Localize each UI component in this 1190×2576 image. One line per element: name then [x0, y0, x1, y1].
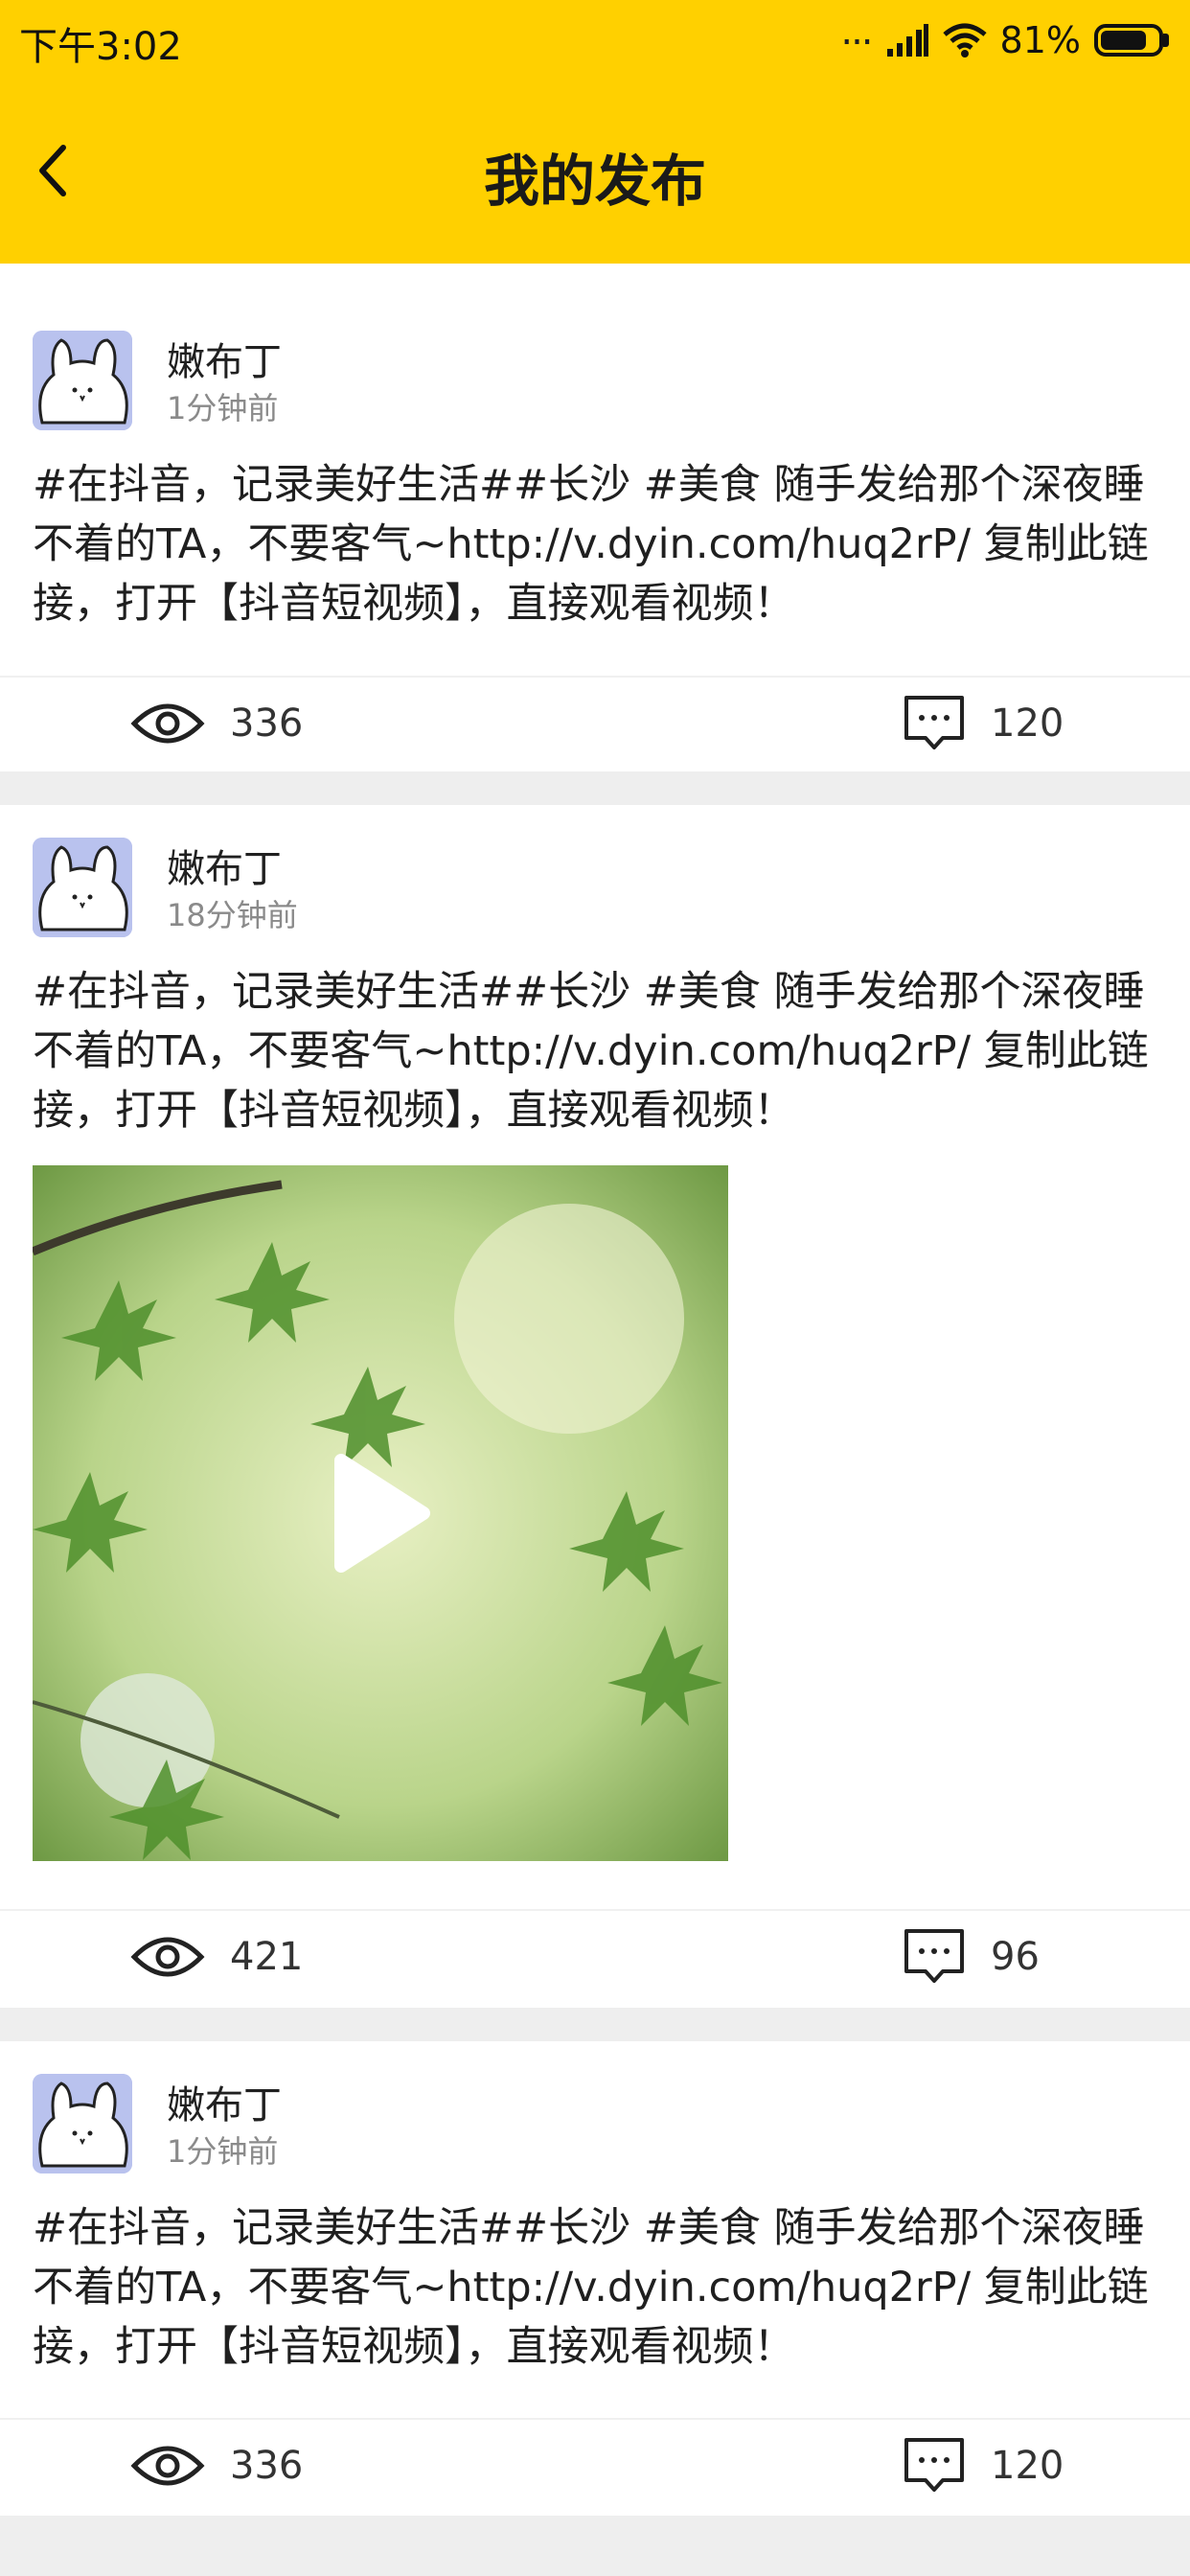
post-card[interactable]: 嫩布丁 18分钟前 #在抖音，记录美好生活##长沙 #美食 随手发给那个深夜睡不…: [0, 805, 1190, 2008]
battery-percent: 81%: [999, 19, 1081, 61]
status-bar: 下午3:02 ... 81%: [0, 0, 1190, 86]
battery-icon: [1094, 24, 1163, 57]
eye-icon: [130, 1937, 205, 1977]
signal-icon: [886, 24, 928, 57]
wifi-icon: [942, 23, 987, 58]
post-card[interactable]: 嫩布丁 1分钟前 #在抖音，记录美好生活##长沙 #美食 随手发给那个深夜睡不着…: [0, 2041, 1190, 2516]
comment-icon: [904, 696, 964, 749]
bunny-avatar-icon: [33, 331, 132, 430]
more-dots-icon: ...: [840, 10, 873, 54]
post-card[interactable]: 嫩布丁 1分钟前 #在抖音，记录美好生活##长沙 #美食 随手发给那个深夜睡不着…: [0, 264, 1190, 771]
battery-tip: [1163, 34, 1169, 47]
post-time: 18分钟前: [167, 897, 298, 933]
divider: [0, 676, 1190, 678]
status-time: 下午3:02: [19, 25, 182, 69]
views-stat: 336: [130, 2435, 303, 2496]
nav-bar: 我的发布: [0, 115, 1190, 230]
post-username[interactable]: 嫩布丁: [167, 2074, 282, 2129]
status-icons: ... 81%: [840, 12, 1169, 63]
eye-icon: [130, 703, 205, 744]
post-text[interactable]: #在抖音，记录美好生活##长沙 #美食 随手发给那个深夜睡不着的TA，不要客气~…: [33, 455, 1163, 633]
views-stat: 421: [130, 1926, 303, 1988]
avatar[interactable]: [33, 331, 132, 430]
views-count: 336: [230, 2444, 304, 2488]
comments-count: 120: [991, 2444, 1064, 2488]
views-count: 336: [230, 702, 304, 746]
bunny-avatar-icon: [33, 838, 132, 937]
post-time: 1分钟前: [167, 390, 279, 426]
comment-button[interactable]: 96: [903, 1926, 1040, 1988]
views-count: 421: [230, 1935, 304, 1979]
post-username[interactable]: 嫩布丁: [167, 331, 282, 386]
post-time: 1分钟前: [167, 2133, 279, 2170]
video-image: [33, 1165, 728, 1861]
bunny-avatar-icon: [33, 2074, 132, 2174]
post-username[interactable]: 嫩布丁: [167, 838, 282, 893]
comment-icon: [904, 2438, 964, 2492]
post-text[interactable]: #在抖音，记录美好生活##长沙 #美食 随手发给那个深夜睡不着的TA，不要客气~…: [33, 2198, 1163, 2377]
page-title: 我的发布: [483, 149, 706, 214]
views-stat: 336: [130, 693, 303, 754]
comments-count: 96: [991, 1935, 1040, 1979]
comment-button[interactable]: 120: [903, 2435, 1064, 2496]
post-text[interactable]: #在抖音，记录美好生活##长沙 #美食 随手发给那个深夜睡不着的TA，不要客气~…: [33, 962, 1163, 1140]
video-thumbnail[interactable]: [33, 1165, 728, 1861]
avatar[interactable]: [33, 838, 132, 937]
divider: [0, 1909, 1190, 1911]
app-header: 下午3:02 ... 81% 我的发布: [0, 0, 1190, 264]
comment-button[interactable]: 120: [903, 693, 1064, 754]
comments-count: 120: [991, 702, 1064, 746]
comment-icon: [904, 1929, 964, 1983]
avatar[interactable]: [33, 2074, 132, 2174]
battery-level: [1101, 31, 1146, 50]
eye-icon: [130, 2446, 205, 2486]
divider: [0, 2418, 1190, 2420]
